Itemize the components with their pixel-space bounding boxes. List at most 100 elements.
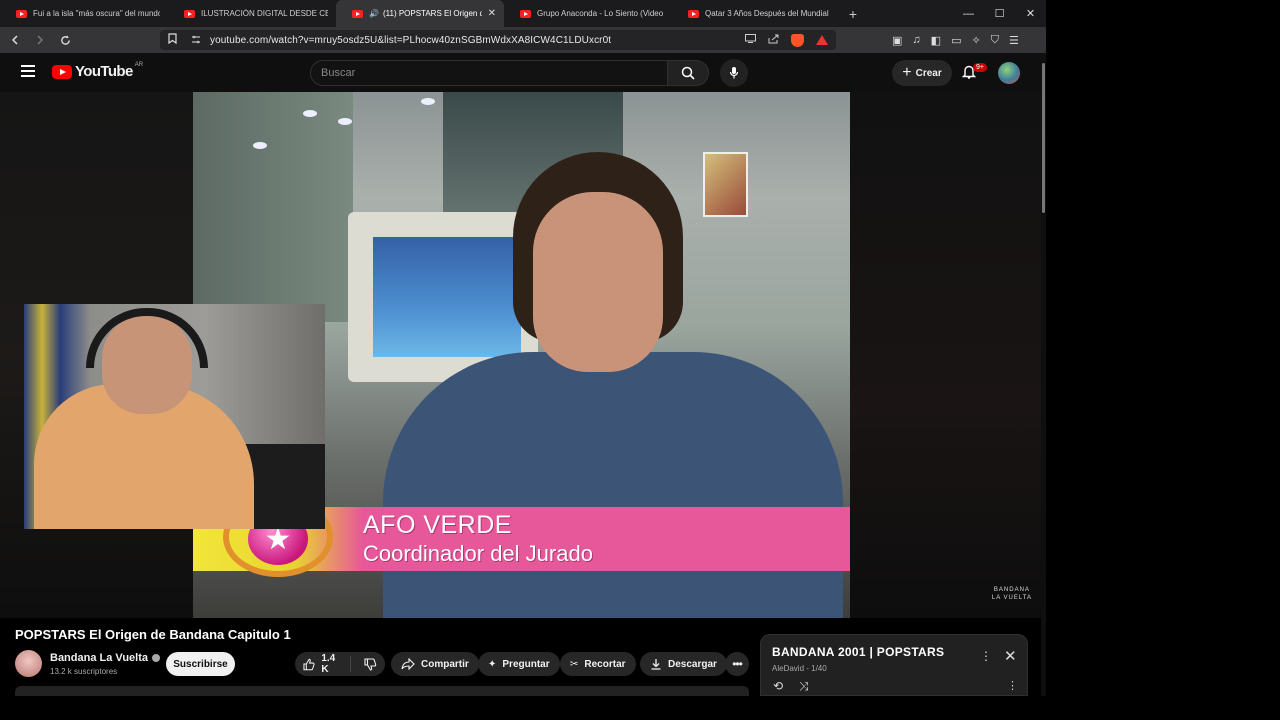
create-button[interactable]: + Crear bbox=[892, 60, 952, 86]
video-player[interactable]: ★ AFO VERDE Coordinador del Jurado BANDA… bbox=[0, 92, 1041, 618]
share-arrow-icon bbox=[401, 658, 415, 670]
search-box bbox=[310, 60, 668, 86]
channel-name[interactable]: Bandana La Vuelta bbox=[50, 652, 148, 664]
maximize-button[interactable]: ☐ bbox=[984, 0, 1015, 27]
shuffle-icon[interactable]: ⤨ bbox=[799, 679, 809, 694]
ask-button[interactable]: ✦ Preguntar bbox=[478, 652, 560, 676]
share-label: Compartir bbox=[421, 658, 469, 670]
more-actions-button[interactable]: ••• bbox=[725, 652, 749, 676]
webcam-overlay bbox=[24, 304, 325, 529]
playlist-panel: BANDANA 2001 | POPSTARS AleDavid - 1/40 … bbox=[760, 634, 1028, 696]
browser-toolbar: youtube.com/watch?v=mruy5osdz5U&list=PLh… bbox=[0, 27, 1046, 53]
channel-watermark: BANDANA LA VUELTA bbox=[992, 586, 1032, 602]
wallet-icon[interactable]: ▭ bbox=[951, 34, 961, 47]
verified-check-icon bbox=[152, 654, 161, 662]
ask-label: Preguntar bbox=[502, 658, 550, 670]
speaker-icon[interactable]: 🔊 bbox=[369, 9, 379, 18]
clip-button[interactable]: ✂ Recortar bbox=[560, 652, 636, 676]
youtube-header: YouTube AR + Crear 9+ bbox=[0, 53, 1046, 92]
browser-tab[interactable]: Fui a la isla "más oscura" del mundo bbox=[0, 0, 168, 27]
brave-rewards-icon[interactable] bbox=[816, 35, 828, 45]
close-window-button[interactable]: ✕ bbox=[1015, 0, 1046, 27]
like-dislike-group: 1.4 K bbox=[295, 652, 385, 676]
playlist-title[interactable]: BANDANA 2001 | POPSTARS bbox=[772, 645, 944, 659]
voice-search-button[interactable] bbox=[720, 59, 748, 87]
browser-menu-icon[interactable]: ☰ bbox=[1009, 34, 1019, 47]
new-tab-button[interactable]: + bbox=[840, 0, 866, 27]
music-note-icon[interactable]: ♫ bbox=[912, 34, 920, 46]
lower-third-role: Coordinador del Jurado bbox=[363, 541, 593, 566]
playlist-subtitle: AleDavid - 1/40 bbox=[772, 664, 827, 673]
description-box[interactable] bbox=[15, 686, 749, 696]
ai-sparkle-icon[interactable]: ✧ bbox=[971, 34, 980, 47]
like-divider bbox=[349, 656, 351, 672]
tab-label: ILUSTRACIÓN DIGITAL DESDE CERO bbox=[201, 9, 328, 18]
hamburger-menu-icon[interactable] bbox=[21, 65, 35, 77]
browser-tab[interactable]: ILUSTRACIÓN DIGITAL DESDE CERO bbox=[168, 0, 336, 27]
youtube-favicon-icon bbox=[352, 9, 363, 18]
channel-avatar[interactable] bbox=[15, 650, 42, 677]
country-code: AR bbox=[134, 61, 144, 68]
tab-label: Grupo Anaconda - Lo Siento (Video bbox=[537, 9, 664, 18]
interviewee-shirt bbox=[383, 352, 843, 618]
account-avatar[interactable] bbox=[998, 62, 1020, 84]
url-text[interactable]: youtube.com/watch?v=mruy5osdz5U&list=PLh… bbox=[210, 35, 611, 46]
search-button[interactable] bbox=[667, 60, 709, 86]
youtube-favicon-icon bbox=[520, 9, 531, 18]
watermark-line-2: LA VUELTA bbox=[991, 595, 1032, 601]
playlist-close-icon[interactable]: ✕ bbox=[1004, 647, 1017, 665]
share-icon[interactable] bbox=[768, 34, 779, 47]
plus-icon: + bbox=[902, 64, 912, 81]
youtube-wordmark: YouTube bbox=[75, 63, 133, 80]
loop-icon[interactable]: ⟲ bbox=[773, 679, 783, 693]
vpn-shield-icon[interactable]: ⛉ bbox=[991, 34, 999, 47]
watermark-line-1: BANDANA bbox=[993, 587, 1030, 593]
subscriber-count: 13.2 k suscriptores bbox=[50, 667, 118, 676]
like-button[interactable]: 1.4 K bbox=[295, 653, 344, 675]
search-icon bbox=[681, 66, 695, 80]
brave-shield-icon[interactable] bbox=[791, 33, 804, 47]
video-title: POPSTARS El Origen de Bandana Capitulo 1 bbox=[15, 627, 291, 642]
tab-close-icon[interactable]: ✕ bbox=[488, 8, 496, 19]
search-input[interactable] bbox=[321, 67, 621, 79]
playlist-menu-icon[interactable]: ⋮ bbox=[980, 649, 992, 663]
window-controls: — ☐ ✕ bbox=[953, 0, 1046, 27]
ceiling-light bbox=[421, 98, 435, 105]
scrollbar-thumb[interactable] bbox=[1042, 63, 1045, 213]
cast-icon[interactable] bbox=[745, 34, 756, 46]
download-label: Descargar bbox=[668, 658, 717, 670]
subscribe-button[interactable]: Suscribirse bbox=[166, 652, 235, 676]
browser-tab[interactable]: Qatar 3 Años Después del Mundial bbox=[672, 0, 840, 27]
browser-tab-active[interactable]: 🔊 (11) POPSTARS El Origen de ✕ bbox=[336, 0, 504, 27]
extension-icons: ▣ ♫ ◧ ▭ ✧ ⛉ ☰ bbox=[892, 27, 1019, 53]
reload-button[interactable] bbox=[55, 30, 75, 50]
playlist-more-icon[interactable]: ⋮ bbox=[1007, 679, 1018, 692]
forward-button[interactable] bbox=[30, 30, 50, 50]
tab-label: (11) POPSTARS El Origen de bbox=[382, 9, 482, 18]
sidebar-icon[interactable]: ◧ bbox=[931, 34, 941, 47]
dislike-button[interactable] bbox=[357, 657, 385, 671]
back-arrow-icon bbox=[11, 35, 18, 45]
channel-name-row[interactable]: Bandana La Vuelta bbox=[50, 652, 161, 664]
screen-right-blank bbox=[1046, 0, 1280, 720]
minimize-button[interactable]: — bbox=[953, 0, 984, 27]
interviewee-face bbox=[533, 192, 663, 372]
thumbs-up-icon bbox=[303, 658, 315, 670]
picture-in-picture-icon[interactable]: ▣ bbox=[892, 34, 902, 47]
address-bar[interactable]: youtube.com/watch?v=mruy5osdz5U&list=PLh… bbox=[160, 30, 836, 50]
back-button[interactable] bbox=[5, 30, 25, 50]
youtube-favicon-icon bbox=[184, 9, 195, 18]
thumbs-down-icon bbox=[364, 657, 377, 671]
youtube-logo[interactable]: YouTube AR bbox=[52, 61, 144, 80]
ceiling-light bbox=[303, 110, 317, 117]
reload-icon bbox=[60, 34, 70, 45]
share-button[interactable]: Compartir bbox=[391, 652, 479, 676]
notification-count-badge: 9+ bbox=[973, 63, 987, 72]
create-label: Crear bbox=[915, 67, 942, 79]
browser-tab[interactable]: Grupo Anaconda - Lo Siento (Video bbox=[504, 0, 672, 27]
site-info-icon[interactable] bbox=[191, 35, 201, 46]
download-button[interactable]: Descargar bbox=[640, 652, 727, 676]
bookmark-icon[interactable] bbox=[168, 33, 177, 47]
address-bar-actions bbox=[745, 30, 828, 50]
lower-third-name: AFO VERDE bbox=[363, 511, 512, 539]
